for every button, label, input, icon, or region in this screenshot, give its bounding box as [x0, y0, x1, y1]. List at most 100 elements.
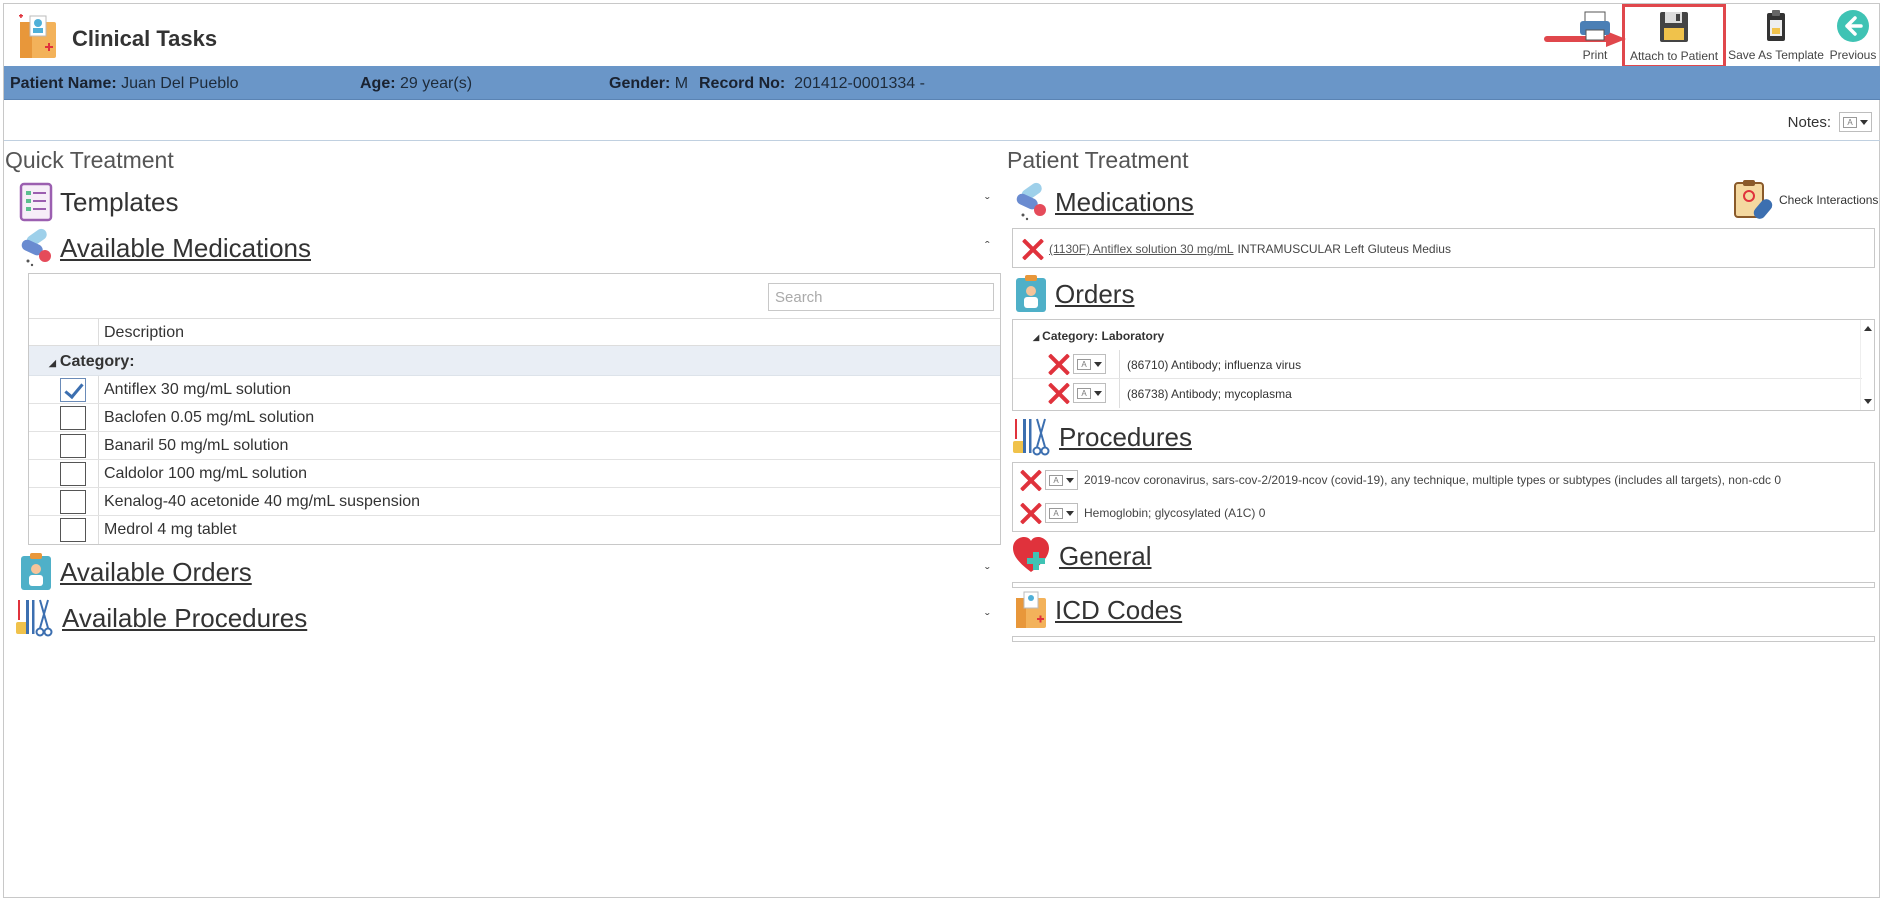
surgical-tools-icon	[1013, 418, 1050, 456]
note-glyph-icon: A	[1077, 387, 1091, 399]
check-interactions-button[interactable]: Check Interactions	[1733, 180, 1878, 220]
table-row[interactable]: Banaril 50 mg/mL solution	[29, 432, 1000, 460]
medication-link[interactable]: (1130F) Antiflex solution 30 mg/mL	[1049, 242, 1234, 256]
checkbox-cell	[29, 460, 99, 487]
icd-codes-label: ICD Codes	[1055, 594, 1183, 625]
icd-codes-header[interactable]: ICD Codes	[1013, 590, 1182, 630]
checkbox-cell	[29, 432, 99, 459]
orders-header[interactable]: Orders	[1013, 274, 1134, 314]
previous-button[interactable]: Previous	[1826, 8, 1880, 62]
category-group-row[interactable]: ◢ Category:	[29, 346, 1000, 376]
row-checkbox[interactable]	[60, 378, 86, 402]
general-header[interactable]: General	[1011, 536, 1152, 576]
scroll-up-icon[interactable]	[1864, 326, 1872, 331]
note-glyph-icon: A	[1049, 474, 1063, 486]
patient-gender-label: Gender:	[609, 75, 671, 92]
available-procedures-header[interactable]: Available Procedures	[14, 598, 307, 638]
description-column-header[interactable]: Description	[104, 324, 184, 342]
notes-label: Notes:	[1787, 113, 1831, 131]
row-checkbox[interactable]	[60, 462, 86, 486]
patient-gender: Gender: M	[609, 75, 688, 93]
remove-icon[interactable]	[1047, 382, 1069, 404]
order-text: (86738) Antibody; mycoplasma	[1127, 387, 1292, 401]
available-procedures-label: Available Procedures	[62, 602, 308, 633]
orders-label: Orders	[1055, 278, 1135, 309]
medication-name: Banaril 50 mg/mL solution	[104, 437, 289, 454]
table-row[interactable]: Medrol 4 mg tablet	[29, 516, 1000, 544]
note-glyph-icon: A	[1843, 116, 1857, 128]
templates-expand-icon[interactable]: ˇ	[985, 194, 990, 210]
patient-info-bar: Patient Name: Juan Del Pueblo Age: 29 ye…	[4, 66, 1880, 100]
print-button[interactable]: Print	[1575, 8, 1615, 62]
available-medications-header[interactable]: Available Medications	[18, 228, 311, 268]
note-dropdown[interactable]: A	[1073, 383, 1106, 403]
remove-icon[interactable]	[1019, 502, 1041, 524]
table-row[interactable]: A (86710) Antibody; influenza virus	[1013, 350, 1862, 379]
available-orders-expand-icon[interactable]: ˇ	[985, 564, 990, 580]
clipboard-save-icon	[1767, 10, 1785, 41]
note-glyph-icon: A	[1077, 358, 1091, 370]
templates-header[interactable]: Templates	[18, 182, 179, 222]
medications-grid: Search Description ◢ Category: Antiflex 3…	[28, 273, 1001, 545]
chevron-down-icon	[1066, 510, 1074, 516]
check-interactions-label: Check Interactions	[1779, 193, 1879, 207]
table-row[interactable]: Caldolor 100 mg/mL solution	[29, 460, 1000, 488]
attach-to-patient-button[interactable]: Attach to Patient	[1622, 4, 1726, 68]
order-text: (86710) Antibody; influenza virus	[1127, 358, 1302, 372]
chevron-down-icon	[1860, 119, 1868, 125]
collapse-triangle-icon[interactable]: ◢	[1033, 333, 1039, 342]
remove-icon[interactable]	[1019, 469, 1041, 491]
available-orders-header[interactable]: Available Orders	[18, 552, 252, 592]
patient-name: Patient Name: Juan Del Pueblo	[10, 75, 239, 93]
patient-medications-list: (1130F) Antiflex solution 30 mg/mL INTRA…	[1012, 228, 1875, 268]
row-checkbox[interactable]	[60, 406, 86, 430]
note-dropdown[interactable]: A	[1045, 503, 1078, 523]
checkbox-cell	[29, 404, 99, 431]
patient-medications-header[interactable]: Medications	[1013, 182, 1194, 222]
save-as-template-button[interactable]: Save As Template	[1728, 8, 1824, 62]
list-item[interactable]: A Hemoglobin; glycosylated (A1C) 0	[1019, 502, 1265, 524]
quick-treatment-title: Quick Treatment	[5, 147, 174, 173]
search-input[interactable]: Search	[768, 283, 994, 311]
surgical-tools-icon	[16, 599, 53, 637]
list-item[interactable]: (1130F) Antiflex solution 30 mg/mL INTRA…	[1021, 238, 1451, 260]
available-orders-label: Available Orders	[60, 556, 252, 587]
procedures-header[interactable]: Procedures	[1011, 417, 1192, 457]
row-checkbox[interactable]	[60, 490, 86, 514]
heart-plus-icon	[1013, 537, 1049, 572]
patient-name-label: Patient Name:	[10, 75, 117, 92]
table-header: Description	[29, 318, 1000, 346]
remove-icon[interactable]	[1047, 353, 1069, 375]
scroll-down-icon[interactable]	[1864, 399, 1872, 404]
list-item[interactable]: A 2019-ncov coronavirus, sars-cov-2/2019…	[1019, 469, 1781, 491]
note-dropdown[interactable]: A	[1045, 470, 1078, 490]
remove-icon[interactable]	[1021, 238, 1043, 260]
chevron-down-icon	[1094, 361, 1102, 367]
orders-list: ◢ Category: Laboratory A (86710) Antibody…	[1012, 319, 1875, 411]
row-checkbox[interactable]	[60, 518, 86, 542]
checkbox-cell	[29, 516, 99, 544]
row-checkbox[interactable]	[60, 434, 86, 458]
table-row[interactable]: Kenalog-40 acetonide 40 mg/mL suspension	[29, 488, 1000, 516]
notes-dropdown[interactable]: A	[1839, 112, 1872, 132]
category-label: Category:	[59, 353, 135, 370]
orders-scrollbar[interactable]	[1860, 320, 1874, 410]
attach-label: Attach to Patient	[1629, 49, 1719, 63]
table-row[interactable]: A (86738) Antibody; mycoplasma	[1013, 379, 1862, 408]
note-dropdown[interactable]: A	[1073, 354, 1106, 374]
note-glyph-icon: A	[1049, 507, 1063, 519]
available-medications-collapse-icon[interactable]: ˆ	[985, 238, 990, 254]
table-row[interactable]: Baclofen 0.05 mg/mL solution	[29, 404, 1000, 432]
table-row[interactable]: Antiflex 30 mg/mL solution	[29, 376, 1000, 404]
orders-category-row[interactable]: ◢ Category: Laboratory	[1033, 329, 1164, 343]
medication-name: Antiflex 30 mg/mL solution	[104, 381, 292, 398]
divider	[4, 140, 1880, 141]
patient-treatment-title: Patient Treatment	[1007, 147, 1189, 173]
procedures-label: Procedures	[1059, 421, 1192, 452]
patient-age: Age: 29 year(s)	[360, 75, 472, 93]
checkbox-cell	[29, 376, 99, 403]
clinical-tasks-icon	[19, 14, 56, 58]
available-procedures-expand-icon[interactable]: ˇ	[985, 610, 990, 626]
collapse-triangle-icon[interactable]: ◢	[49, 358, 56, 368]
header: Clinical Tasks Print Attach to Patient S…	[4, 4, 1880, 68]
